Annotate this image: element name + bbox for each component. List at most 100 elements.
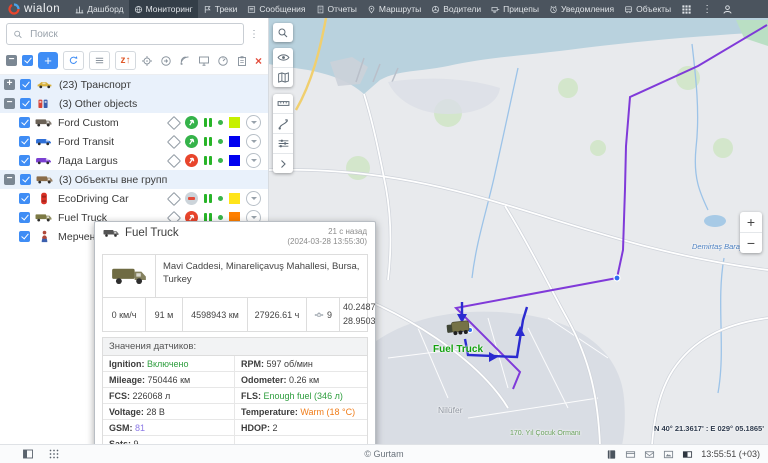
unit-checkbox[interactable] bbox=[19, 155, 30, 166]
speed-value: 0 км/ч bbox=[103, 298, 145, 332]
group-expander[interactable]: − bbox=[4, 98, 15, 109]
follow-button[interactable] bbox=[160, 55, 172, 67]
stats-row: 0 км/ч 91 м 4598943 км 27926.61 ч 9 40.2… bbox=[102, 298, 368, 333]
map-search-button[interactable] bbox=[273, 23, 293, 42]
select-all-checkbox[interactable] bbox=[22, 55, 33, 66]
zoom-out-button[interactable]: − bbox=[740, 232, 762, 253]
sensor-value: 750446 км bbox=[148, 375, 191, 385]
unit-label: Ford Transit bbox=[58, 136, 114, 148]
collapse-all-button[interactable]: − bbox=[6, 55, 17, 66]
sort-button[interactable]: z↑ bbox=[115, 51, 136, 70]
routes-icon bbox=[367, 5, 376, 14]
motion-state-icon bbox=[185, 192, 198, 205]
routing-button[interactable] bbox=[273, 113, 293, 133]
unit-checkbox[interactable] bbox=[19, 212, 30, 223]
group-row-ungrouped[interactable]: − (3) Объекты вне групп bbox=[0, 170, 268, 189]
menu-item-dashboard[interactable]: Дашборд bbox=[70, 0, 128, 18]
wialon-logo[interactable]: wialon bbox=[0, 0, 70, 18]
group-row-transport[interactable]: + (23) Транспорт bbox=[0, 75, 268, 94]
connection-button[interactable] bbox=[179, 55, 191, 67]
add-unit-button[interactable]: + bbox=[38, 52, 58, 69]
apps-grid-button[interactable] bbox=[676, 0, 697, 18]
dashboard-icon bbox=[75, 5, 84, 14]
group-expander[interactable]: − bbox=[4, 174, 15, 185]
track-color-swatch[interactable] bbox=[229, 155, 240, 166]
menu-item-tracks[interactable]: Треки bbox=[198, 0, 243, 18]
measure-button[interactable] bbox=[273, 94, 293, 113]
search-icon bbox=[277, 27, 289, 39]
sensor-cell: FCS: 226068 л bbox=[103, 387, 235, 403]
group-checkbox[interactable] bbox=[20, 174, 31, 185]
van-icon bbox=[35, 155, 53, 167]
group-row-other-objects[interactable]: − (3) Other objects bbox=[0, 94, 268, 113]
layers-settings-button[interactable] bbox=[273, 133, 293, 153]
menu-item-drivers[interactable]: Водители bbox=[426, 0, 486, 18]
menu-item-trailers[interactable]: Прицепы bbox=[486, 0, 544, 18]
unit-row-ecodriving-car[interactable]: EcoDriving Car bbox=[0, 189, 268, 208]
group-checkbox[interactable] bbox=[20, 79, 31, 90]
unit-label: Лада Largus bbox=[58, 155, 118, 167]
monitor-icon bbox=[198, 55, 210, 67]
menu-item-messages[interactable]: Сообщения bbox=[242, 0, 310, 18]
menu-item-notifications[interactable]: Уведомления bbox=[544, 0, 619, 18]
latitude-value: 40.2487068176 bbox=[343, 302, 376, 313]
unit-status-icons bbox=[169, 191, 261, 206]
unit-options-button[interactable] bbox=[246, 191, 261, 206]
menu-item-monitoring[interactable]: Мониторинг bbox=[129, 0, 198, 18]
locate-button[interactable] bbox=[141, 55, 153, 67]
user-menu-button[interactable] bbox=[717, 0, 738, 18]
track-node[interactable] bbox=[614, 275, 620, 281]
unit-checkbox[interactable] bbox=[19, 193, 30, 204]
expand-tools-button[interactable] bbox=[273, 153, 293, 173]
sensors-grid: Ignition: Включено RPM: 597 об/мин Milea… bbox=[102, 356, 368, 452]
group-expander[interactable]: + bbox=[4, 79, 15, 90]
menu-item-reports[interactable]: Отчеты bbox=[311, 0, 362, 18]
search-input[interactable] bbox=[28, 28, 237, 41]
altitude-value: 91 м bbox=[145, 298, 182, 332]
van-icon bbox=[35, 136, 53, 148]
sensor-cell: GSM: 81 bbox=[103, 419, 235, 435]
longitude-value: 28.9503993988 bbox=[343, 316, 376, 327]
map-tool-controls bbox=[273, 94, 293, 173]
unit-options-button[interactable] bbox=[246, 153, 261, 168]
menu-label: Водители bbox=[443, 4, 481, 14]
menu-item-routes[interactable]: Маршруты bbox=[362, 0, 426, 18]
search-options-button[interactable]: ⋮ bbox=[244, 29, 264, 40]
track-color-swatch[interactable] bbox=[229, 136, 240, 147]
truck-photo-icon bbox=[111, 264, 147, 287]
visibility-button[interactable] bbox=[273, 48, 293, 67]
clear-list-button[interactable]: × bbox=[255, 55, 262, 67]
unit-checkbox[interactable] bbox=[19, 136, 30, 147]
properties-button[interactable] bbox=[236, 55, 248, 67]
zoom-in-button[interactable]: + bbox=[740, 212, 762, 232]
unit-row-ford-transit[interactable]: Ford Transit bbox=[0, 132, 268, 151]
unit-checkbox[interactable] bbox=[19, 117, 30, 128]
unit-options-button[interactable] bbox=[246, 115, 261, 130]
popup-header: Fuel Truck 21 с назад (2024-03-28 13:55:… bbox=[95, 222, 375, 251]
sensor-label: Temperature: bbox=[241, 407, 298, 417]
unit-row-ford-custom[interactable]: Ford Custom bbox=[0, 113, 268, 132]
motion-state-icon bbox=[185, 116, 198, 129]
map-view-controls bbox=[273, 48, 293, 87]
monitor-button[interactable] bbox=[198, 55, 210, 67]
track-color-swatch[interactable] bbox=[229, 193, 240, 204]
sensor-cell: Ignition: Включено bbox=[103, 356, 235, 371]
group-label: (3) Other objects bbox=[59, 98, 137, 110]
unit-options-button[interactable] bbox=[246, 134, 261, 149]
unit-row-lada-largus[interactable]: Лада Largus bbox=[0, 151, 268, 170]
notifications-icon bbox=[549, 5, 558, 14]
map-source-button[interactable] bbox=[273, 67, 293, 87]
more-menu-button[interactable]: ⋮ bbox=[697, 0, 717, 18]
apps-grid-icon bbox=[681, 4, 692, 15]
data-accuracy-icon bbox=[218, 139, 223, 144]
menu-item-units[interactable]: Объекты bbox=[619, 0, 676, 18]
sort-label: z↑ bbox=[121, 55, 131, 66]
group-checkbox[interactable] bbox=[20, 98, 31, 109]
unit-checkbox[interactable] bbox=[19, 231, 30, 242]
refresh-button[interactable] bbox=[63, 51, 84, 70]
motion-state-button[interactable] bbox=[217, 55, 229, 67]
list-settings-button[interactable] bbox=[89, 51, 110, 70]
track-color-swatch[interactable] bbox=[229, 117, 240, 128]
sensor-value: 28 В bbox=[146, 407, 165, 417]
sensor-cell: FLS: Enough fuel (346 л) bbox=[235, 387, 367, 403]
